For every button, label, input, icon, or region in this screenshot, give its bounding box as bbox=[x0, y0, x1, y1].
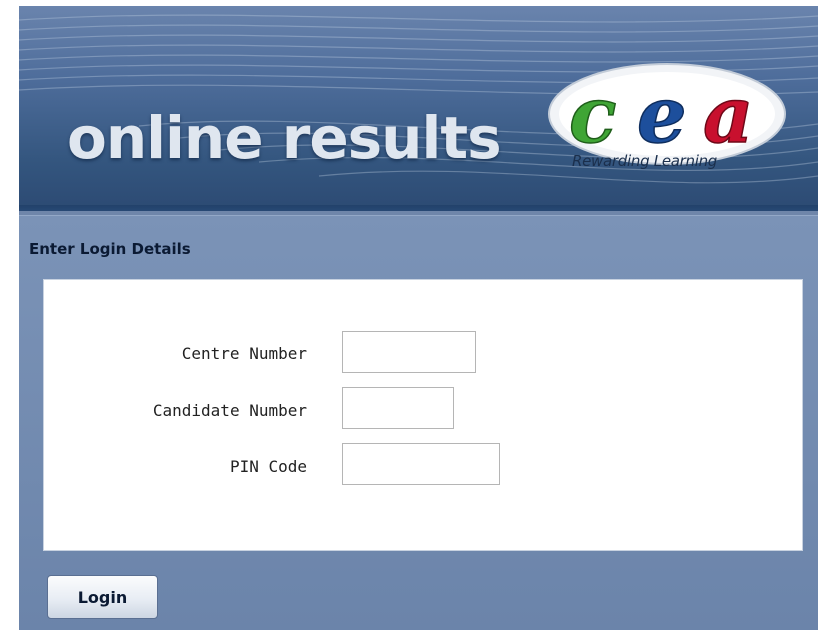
pin-code-input[interactable] bbox=[342, 443, 500, 485]
svg-text:c: c bbox=[569, 70, 617, 161]
page-frame: online results c e a Rewarding Learning … bbox=[19, 6, 818, 630]
login-form: Centre Number Candidate Number PIN Code bbox=[43, 279, 803, 551]
svg-text:e: e bbox=[637, 70, 687, 161]
candidate-number-label: Candidate Number bbox=[152, 401, 307, 420]
centre-number-input[interactable] bbox=[342, 331, 476, 373]
centre-number-label: Centre Number bbox=[181, 344, 307, 363]
login-heading: Enter Login Details bbox=[29, 240, 191, 258]
banner-divider bbox=[19, 205, 818, 211]
login-button[interactable]: Login bbox=[47, 575, 158, 619]
candidate-number-input[interactable] bbox=[342, 387, 454, 429]
pin-code-label: PIN Code bbox=[229, 457, 307, 476]
header-banner: online results c e a Rewarding Learning bbox=[19, 6, 818, 211]
cea-logo-icon: c e a bbox=[548, 63, 786, 165]
svg-text:a: a bbox=[703, 70, 754, 161]
logo-tagline: Rewarding Learning bbox=[572, 152, 718, 170]
banner-title: online results bbox=[67, 104, 502, 172]
login-panel: Enter Login Details Centre Number Candid… bbox=[19, 215, 818, 630]
